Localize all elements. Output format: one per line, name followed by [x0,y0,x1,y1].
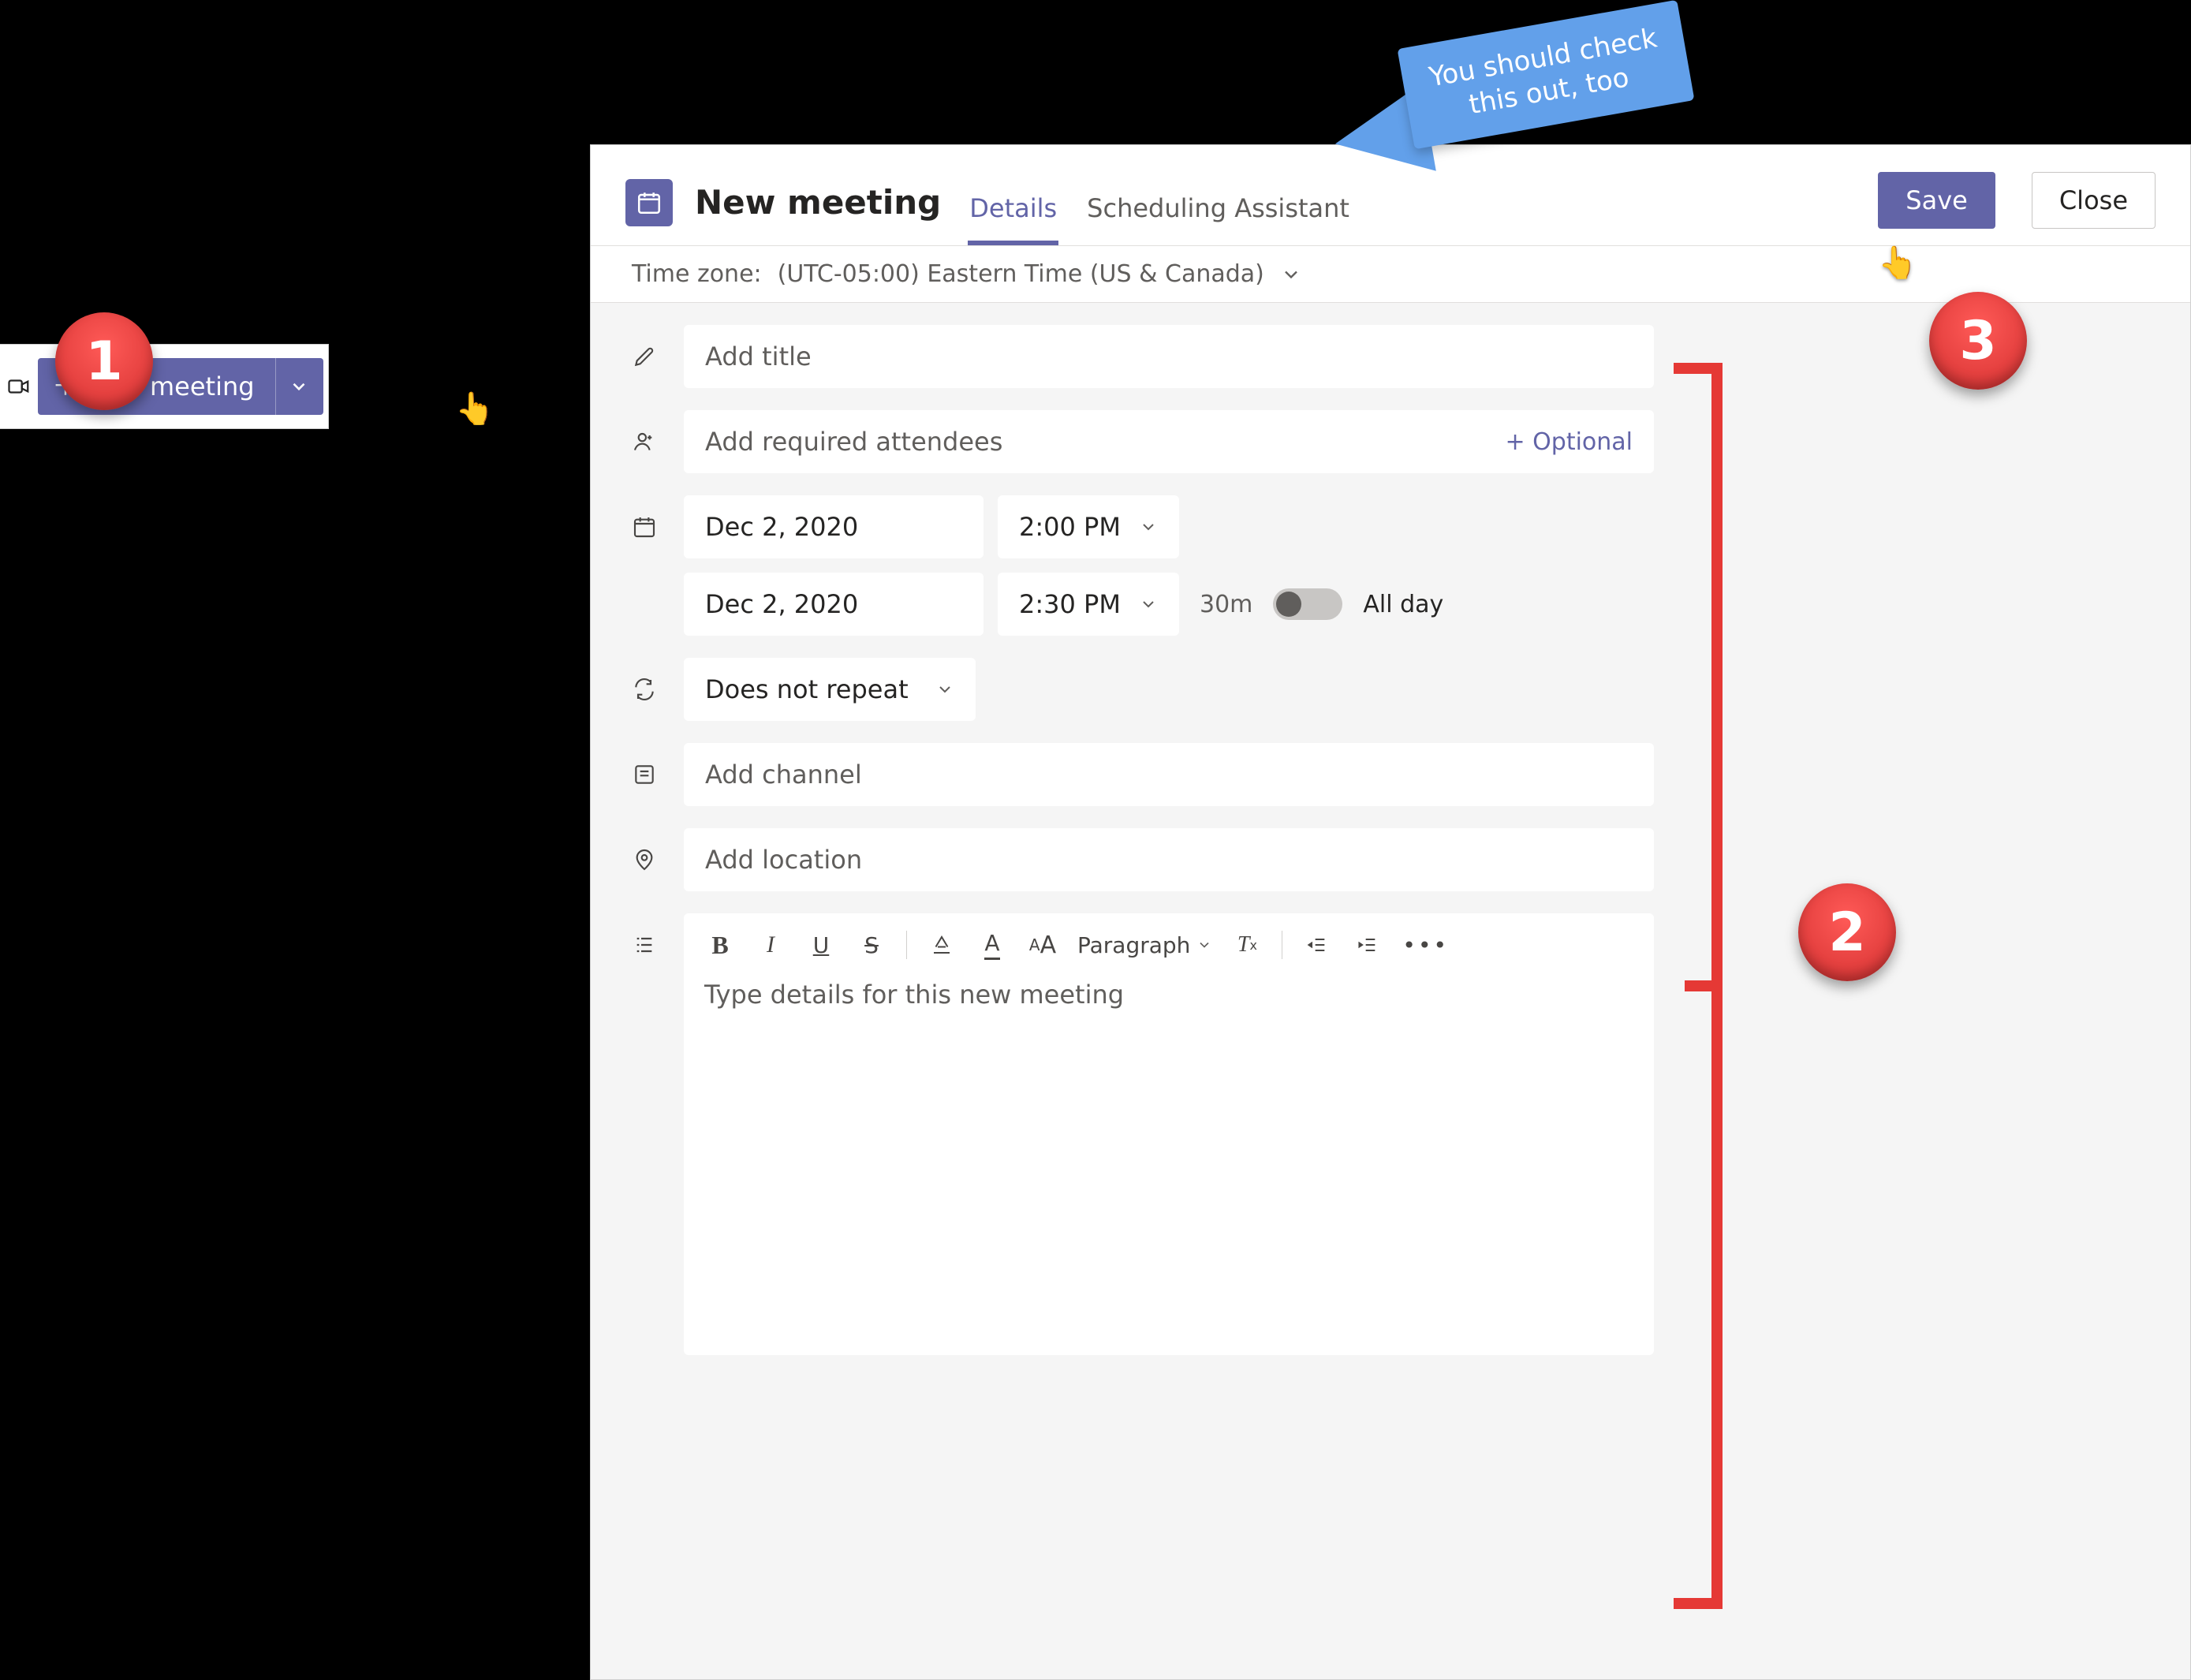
paragraph-label: Paragraph [1077,932,1190,958]
font-size-button[interactable]: AA [1027,929,1058,961]
calendar-icon [625,179,673,226]
chevron-down-icon [935,680,954,699]
channel-icon [632,743,660,806]
paragraph-style-select[interactable]: Paragraph [1077,929,1212,961]
highlight-button[interactable] [926,929,957,961]
strikethrough-button[interactable]: S [856,929,887,961]
chevron-down-icon [1139,517,1158,536]
chevron-down-icon [1139,595,1158,614]
tabs: Details Scheduling Assistant [968,159,1351,245]
new-meeting-dropdown[interactable] [275,358,309,415]
start-time-value: 2:00 PM [1019,512,1121,542]
indent-button[interactable] [1352,929,1383,961]
annotation-badge-2: 2 [1798,883,1896,981]
duration-label: 30m [1193,573,1259,636]
attendees-icon [632,410,660,473]
timezone-value: (UTC-05:00) Eastern Time (US & Canada) [778,260,1264,288]
tab-details[interactable]: Details [968,193,1058,245]
add-optional-link[interactable]: + Optional [1505,428,1633,456]
annotation-badge-3: 3 [1929,292,2027,390]
chevron-down-icon [1196,937,1212,953]
title-input[interactable]: Add title [684,325,1654,388]
all-day-toggle[interactable] [1273,588,1342,620]
bold-button[interactable]: B [704,929,736,961]
close-button[interactable]: Close [2032,172,2156,229]
italic-button[interactable]: I [755,929,786,961]
meeting-form: Add title Add required attendees + Optio… [591,303,2190,1418]
pencil-icon [632,325,660,388]
outdent-button[interactable] [1301,929,1333,961]
channel-input[interactable]: Add channel [684,743,1654,806]
repeat-icon [632,658,660,721]
location-input[interactable]: Add location [684,828,1654,891]
start-time-input[interactable]: 2:00 PM [998,495,1179,558]
end-time-input[interactable]: 2:30 PM [998,573,1179,636]
meet-now-icon[interactable] [0,375,38,398]
start-date-input[interactable]: Dec 2, 2020 [684,495,984,558]
new-meeting-pill: ＋ New meeting 👆 [0,344,329,429]
all-day-label: All day [1357,573,1450,636]
page-title: New meeting [695,183,941,222]
timezone-row[interactable]: Time zone: (UTC-05:00) Eastern Time (US … [591,246,2190,303]
calendar-row-icon [632,495,660,558]
clear-formatting-button[interactable]: Tx [1231,929,1263,961]
attendees-placeholder: Add required attendees [705,427,1002,457]
description-textarea[interactable]: Type details for this new meeting [684,976,1654,1355]
recurrence-select[interactable]: Does not repeat [684,658,976,721]
annotation-callout: You should check this out, too [1404,24,1688,125]
location-icon [632,828,660,891]
recurrence-value: Does not repeat [705,674,909,704]
description-icon [632,913,660,976]
editor-toolbar: B I U S A AA Paragraph Tx [684,913,1654,976]
timezone-label: Time zone: [632,260,762,288]
underline-button[interactable]: U [805,929,837,961]
annotation-badge-1: 1 [55,312,153,410]
description-editor: B I U S A AA Paragraph Tx [684,913,1654,1355]
annotation-bracket [1711,363,1723,1609]
tab-scheduling-assistant[interactable]: Scheduling Assistant [1085,193,1351,245]
font-color-button[interactable]: A [976,929,1008,961]
toolbar-separator [906,931,907,959]
attendees-input[interactable]: Add required attendees + Optional [684,410,1654,473]
end-date-input[interactable]: Dec 2, 2020 [684,573,984,636]
save-button[interactable]: Save [1878,172,1995,229]
end-time-value: 2:30 PM [1019,589,1121,619]
cursor-icon: 👆 [455,390,495,427]
chevron-down-icon [1280,263,1302,286]
more-options-button[interactable]: ••• [1402,929,1449,961]
